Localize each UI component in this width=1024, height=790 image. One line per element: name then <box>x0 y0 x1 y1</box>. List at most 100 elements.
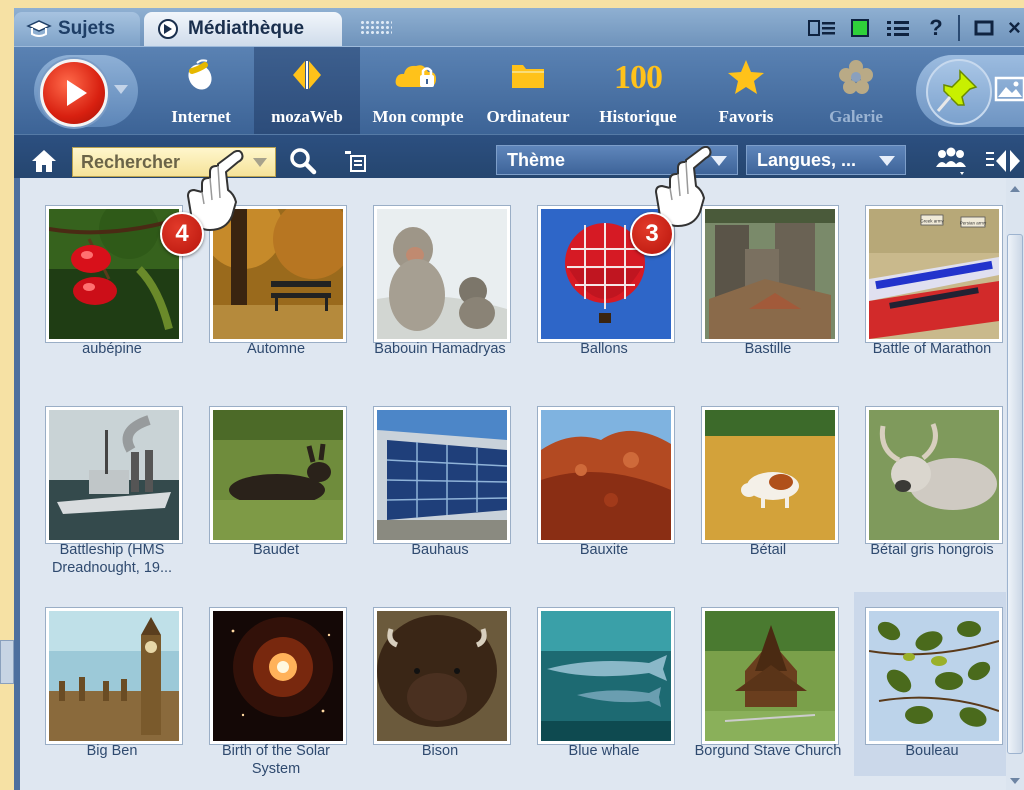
mediatheque-icon <box>156 18 182 40</box>
list-item[interactable]: Battleship (HMS Dreadnought, 19... <box>34 399 190 576</box>
item-caption: Borgund Stave Church <box>694 743 842 759</box>
toolbar-label: Mon compte <box>372 107 464 126</box>
cloud-lock-icon <box>394 59 442 98</box>
list-item[interactable]: Blue whale <box>526 600 682 776</box>
thumb-label-persian: Persian army <box>960 221 987 226</box>
toolbar-mon-compte[interactable]: Mon compte <box>366 47 470 135</box>
item-caption: Ballons <box>580 341 628 357</box>
tab-sujets[interactable]: Sujets <box>14 12 140 46</box>
list-item[interactable]: Bétail <box>690 399 846 575</box>
thumbnail-betail <box>702 407 838 543</box>
item-caption: Bétail <box>749 542 787 558</box>
toolbar-favoris[interactable]: Favoris <box>698 47 794 135</box>
item-caption: Blue whale <box>568 743 640 759</box>
toolbar-label: Internet <box>171 107 231 126</box>
list-item[interactable]: Bison <box>362 600 518 776</box>
thumbnail-bison <box>374 608 510 744</box>
scrollbar-thumb[interactable] <box>1007 234 1023 754</box>
main-toolbar: Internet mozaWeb Mon compte Ordinateur 1… <box>14 46 1024 135</box>
list-item[interactable]: Greek army Persian army Battle of Maratho… <box>854 198 1010 374</box>
list-item[interactable]: Birth of the Solar System <box>198 600 354 777</box>
expand-panel-icon[interactable] <box>984 145 1024 177</box>
list-item[interactable]: Big Ben <box>34 600 190 776</box>
help-icon[interactable]: ? <box>922 15 950 40</box>
item-caption: Automne <box>246 341 306 357</box>
toolbar-mozaweb[interactable]: mozaWeb <box>254 47 360 135</box>
item-caption: Big Ben <box>86 743 138 759</box>
toolbar-label: Galerie <box>829 107 883 126</box>
list-item[interactable]: Baudet <box>198 399 354 575</box>
list-item[interactable]: Bauxite <box>526 399 682 575</box>
toolbar-ordinateur[interactable]: Ordinateur <box>480 47 576 135</box>
languages-dropdown[interactable]: Langues, ... <box>746 145 906 175</box>
theme-dropdown-label: Thème <box>507 149 566 170</box>
toolbar-galerie[interactable]: Galerie <box>806 47 906 135</box>
toolbar-historique[interactable]: 100 Historique <box>588 47 688 135</box>
scrollbar[interactable] <box>1006 178 1024 790</box>
tab-label: Sujets <box>58 18 116 39</box>
scroll-down-icon[interactable] <box>1010 778 1020 784</box>
play-group <box>34 55 138 127</box>
item-caption: Birth of the Solar System <box>222 743 330 777</box>
toolbar-label: mozaWeb <box>271 107 343 126</box>
item-caption: Baudet <box>253 542 299 558</box>
scroll-up-icon[interactable] <box>1010 186 1020 192</box>
list-item[interactable]: Bauhaus <box>362 399 518 575</box>
item-caption: Babouin Hamadryas <box>374 341 506 357</box>
thumb-label-greek: Greek army <box>920 219 944 224</box>
thumbnail-battleship <box>46 407 182 543</box>
thumbnail-bauxite <box>538 407 674 543</box>
chevron-down-icon <box>879 156 895 166</box>
app-window: Sujets Médiathèque ? × Internet mozaWeb … <box>14 8 1024 790</box>
tab-mediatheque[interactable]: Médiathèque <box>144 12 342 46</box>
item-caption: Battleship (HMS Dreadnought, 19... <box>51 542 173 576</box>
grip-dots-icon <box>360 20 392 36</box>
media-grid: aubépine Automne Babouin Hamadryas Ballo… <box>14 178 1010 790</box>
item-caption: Bauhaus <box>411 542 469 558</box>
window-controls: ? × <box>798 14 1024 42</box>
callout-badge: 3 <box>630 212 674 256</box>
view-list-icon[interactable] <box>808 16 836 40</box>
toolbar-label: Ordinateur <box>486 107 570 126</box>
item-caption: Bastille <box>744 341 792 357</box>
callout-badge: 4 <box>160 212 204 256</box>
graduation-cap-icon <box>26 18 52 40</box>
star-icon <box>727 59 765 100</box>
close-icon[interactable]: × <box>1008 16 1024 40</box>
history-count-text: 100 <box>614 59 663 96</box>
thumbnail-babouin <box>374 206 510 342</box>
users-icon[interactable] <box>932 145 970 177</box>
toolbar-internet[interactable]: Internet <box>158 47 244 135</box>
home-icon[interactable] <box>30 147 58 175</box>
camera-icon <box>0 640 14 684</box>
pin-button[interactable] <box>926 59 992 125</box>
thumbnail-borgund-church <box>702 608 838 744</box>
toolbar-label: Historique <box>599 107 677 126</box>
separator <box>958 15 960 41</box>
maximize-icon[interactable] <box>970 16 998 40</box>
search-icon[interactable] <box>288 146 318 176</box>
list-item[interactable]: Bouleau <box>854 592 1010 776</box>
list-item[interactable]: Babouin Hamadryas <box>362 198 518 374</box>
tab-label: Médiathèque <box>188 18 305 39</box>
thumbnail-betail-gris <box>866 407 1002 543</box>
chevron-down-icon[interactable] <box>114 85 128 94</box>
thumbnail-bouleau <box>866 608 1002 744</box>
list-icon[interactable] <box>884 16 912 40</box>
play-button[interactable] <box>40 59 108 127</box>
search-bar: Thème Langues, ... <box>14 134 1024 179</box>
green-square-icon[interactable] <box>846 16 874 40</box>
thumbnail-blue-whale <box>538 608 674 744</box>
tab-bar: Sujets Médiathèque ? × <box>14 8 1024 46</box>
thumbnail-bauhaus <box>374 407 510 543</box>
image-icon[interactable] <box>994 65 1024 115</box>
list-filter-icon[interactable] <box>340 147 370 175</box>
flower-icon <box>838 59 874 100</box>
list-item[interactable]: Bétail gris hongrois <box>854 399 1010 575</box>
list-item[interactable]: Borgund Stave Church <box>690 600 846 776</box>
item-caption: Bison <box>421 743 459 759</box>
thumbnail-birth-solar-system <box>210 608 346 744</box>
thumbnail-baudet <box>210 407 346 543</box>
languages-dropdown-label: Langues, ... <box>757 149 857 170</box>
chevron-down-icon[interactable] <box>253 158 267 167</box>
